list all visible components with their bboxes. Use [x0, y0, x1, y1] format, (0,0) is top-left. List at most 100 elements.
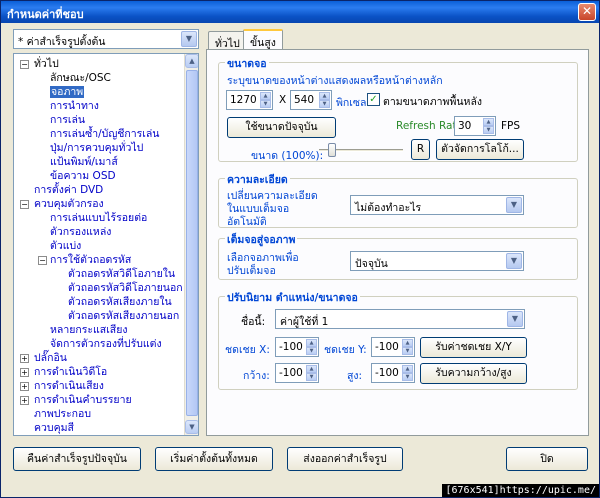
offset-x-spinner[interactable]: -100 ▲ ▼: [275, 337, 319, 357]
tree-item-video-decoder-external[interactable]: ตัวถอดรหัสวิดีโอภายนอก: [68, 281, 183, 295]
tree-item-dvd[interactable]: การตั้งค่า DVD: [34, 183, 103, 197]
window-size-group: ขนาดจอ ระบุขนาดของหน้าต่างแสดงผลหรือหน้า…: [218, 55, 578, 162]
chevron-down-icon[interactable]: ▼: [507, 311, 523, 327]
spin-down-icon[interactable]: ▼: [319, 100, 330, 108]
tree-item-repeat-playlist[interactable]: การเล่นซ้ำ/บัญชีการเล่น: [50, 127, 160, 141]
fullscreen-monitor-group: เต็มจอสู่จอภาพ เลือกจอภาพเพื่อ ปรับเต็มจ…: [218, 231, 578, 280]
tree-item-osd[interactable]: ข้อความ OSD: [50, 169, 116, 183]
preferences-window: กำหนดค่าที่ชอบ ✕ * ค่าสำเร็จรูปตั้งต้น ▼…: [0, 0, 600, 498]
tree-item-splitter[interactable]: ตัวแบ่ง: [50, 239, 81, 253]
scale-slider-thumb[interactable]: [328, 143, 337, 157]
spin-down-icon[interactable]: ▼: [483, 126, 494, 134]
adjust-height-spinner[interactable]: -100 ▲ ▼: [371, 363, 415, 383]
position-size-group: ปรับนิยาม ตำแหน่ง/ขนาดจอ ชื่อนี้: ค่าผู้…: [218, 289, 578, 390]
expand-icon[interactable]: +: [20, 396, 29, 405]
tree-item-decoders[interactable]: การใช้ตัวถอดรหัส: [50, 253, 131, 267]
spin-down-icon[interactable]: ▼: [402, 347, 413, 355]
offset-y-spinner[interactable]: -100 ▲ ▼: [371, 337, 415, 357]
scroll-up-icon[interactable]: ▲: [185, 54, 198, 68]
logo-manager-button[interactable]: ตัวจัดการโลโก้...: [436, 139, 524, 160]
tree-item-video-processing[interactable]: การดำเนินวิดีโอ: [34, 365, 107, 379]
tab-panel-advanced: ขนาดจอ ระบุขนาดของหน้าต่างแสดงผลหรือหน้า…: [206, 49, 589, 436]
export-preset-button[interactable]: ส่งออกค่าสำเร็จรูป: [287, 447, 403, 471]
spin-down-icon[interactable]: ▼: [306, 373, 317, 381]
chevron-down-icon[interactable]: ▼: [506, 253, 522, 269]
tree-item-color-control[interactable]: ควบคุมสี: [34, 421, 74, 435]
tree-item-general[interactable]: ทั่วไป: [34, 57, 59, 71]
tree-item-playback[interactable]: การเล่น: [50, 113, 85, 127]
tree-item-custom-filters[interactable]: จัดการตัวกรองที่ปรับแต่ง: [50, 337, 162, 351]
tree-item-seamless[interactable]: การเล่นแบบไร้รอยต่อ: [50, 211, 147, 225]
window-size-description: ระบุขนาดของหน้าต่างแสดงผลหรือหน้าต่างหลั…: [227, 75, 443, 87]
monitor-select[interactable]: ปัจจุบัน ▼: [350, 251, 524, 271]
resolution-group: ความละเอียด เปลี่ยนความละเอียด ในแบบเต็ม…: [218, 171, 578, 228]
close-window-button[interactable]: ✕: [578, 3, 596, 21]
tree-item-multi-audio[interactable]: หลายกระแสเสียง: [50, 323, 128, 337]
size-x-label: X: [279, 94, 287, 106]
resolution-label-line3: อัตโนมัติ: [227, 216, 267, 228]
spin-up-icon[interactable]: ▲: [483, 118, 494, 126]
expand-icon[interactable]: +: [20, 354, 29, 363]
expand-icon[interactable]: +: [20, 368, 29, 377]
tree-item-navigation[interactable]: การนำทาง: [50, 99, 99, 113]
tree-item-subtitle-processing[interactable]: การดำเนินคำบรรยาย: [34, 393, 132, 407]
fullscreen-monitor-group-title: เต็มจอสู่จอภาพ: [225, 231, 298, 248]
tree-item-buttons[interactable]: ปุ่ม/การควบคุมทั่วไป: [50, 141, 143, 155]
collapse-icon[interactable]: −: [38, 256, 47, 265]
load-current-preset-button[interactable]: คืนค่าสำเร็จรูปปัจจุบัน: [13, 447, 141, 471]
collapse-icon[interactable]: −: [20, 60, 29, 69]
collapse-icon[interactable]: −: [20, 200, 29, 209]
refresh-rate-spinner[interactable]: 30 ▲ ▼: [454, 116, 496, 136]
watermark-text: [676x541]https://upic.me/: [442, 484, 599, 497]
get-offset-button[interactable]: รับค่าชดเชย X/Y: [420, 337, 527, 358]
spin-up-icon[interactable]: ▲: [306, 339, 317, 347]
scroll-thumb[interactable]: [186, 70, 198, 416]
tree-item-filter-control[interactable]: ควบคุมตัวกรอง: [34, 197, 104, 211]
width-spinner[interactable]: 1270 ▲ ▼: [226, 90, 273, 110]
tree-scrollbar[interactable]: ▲ ▼: [184, 54, 198, 435]
monitor-label-line2: ปรับเต็มจอ: [227, 265, 276, 277]
pixel-unit-label: พิกเซล: [336, 97, 367, 109]
adjust-width-spinner[interactable]: -100 ▲ ▼: [275, 363, 319, 383]
spin-up-icon[interactable]: ▲: [402, 365, 413, 373]
position-size-group-title: ปรับนิยาม ตำแหน่ง/ขนาดจอ: [225, 289, 360, 306]
get-size-button[interactable]: รับความกว้าง/สูง: [420, 363, 527, 384]
offset-x-label: ชดเชย X:: [225, 344, 270, 356]
tab-advanced[interactable]: ขั้นสูง: [243, 29, 283, 50]
resolution-select[interactable]: ไม่ต้องทำอะไร ▼: [350, 195, 524, 215]
spin-up-icon[interactable]: ▲: [260, 92, 271, 100]
tree-item-audio-processing[interactable]: การดำเนินเสียง: [34, 379, 104, 393]
height-spinner[interactable]: 540 ▲ ▼: [290, 90, 332, 110]
expand-icon[interactable]: +: [20, 382, 29, 391]
tree-item-appearance[interactable]: ลักษณะ/OSC: [50, 71, 111, 85]
background-size-checkbox[interactable]: ✓: [367, 93, 380, 106]
tree-item-source-filter[interactable]: ตัวกรองแหล่ง: [50, 225, 111, 239]
tree-item-video-decoder-internal[interactable]: ตัวถอดรหัสวิดีโอภายใน: [68, 267, 175, 281]
tree-item-audio-decoder-external[interactable]: ตัวถอดรหัสเสียงภายนอก: [68, 309, 179, 323]
spin-up-icon[interactable]: ▲: [319, 92, 330, 100]
scroll-down-icon[interactable]: ▼: [185, 420, 198, 434]
tree-item-display[interactable]: จอภาพ: [50, 85, 85, 99]
tab-general[interactable]: ทั่วไป: [208, 31, 247, 50]
scale-label: ขนาด (100%):: [251, 150, 324, 162]
spin-up-icon[interactable]: ▲: [306, 365, 317, 373]
tree-item-audio-decoder-internal[interactable]: ตัวถอดรหัสเสียงภายใน: [68, 295, 172, 309]
spin-down-icon[interactable]: ▼: [402, 373, 413, 381]
reset-scale-button[interactable]: R: [411, 139, 430, 160]
spin-up-icon[interactable]: ▲: [402, 339, 413, 347]
settings-tree[interactable]: − ทั่วไป ลักษณะ/OSC จอภาพ การนำทาง การเล…: [13, 53, 199, 436]
use-current-size-button[interactable]: ใช้ขนาดปัจจุบัน: [227, 117, 336, 138]
tree-item-keyboard-mouse[interactable]: แป้นพิมพ์/เมาส์: [50, 155, 118, 169]
spin-down-icon[interactable]: ▼: [260, 100, 271, 108]
spin-down-icon[interactable]: ▼: [306, 347, 317, 355]
tree-item-artwork[interactable]: ภาพประกอบ: [34, 407, 91, 421]
close-button[interactable]: ปิด: [506, 447, 588, 471]
preset-name-select[interactable]: ค่าผู้ใช้ที่ 1 ▼: [275, 309, 525, 329]
chevron-down-icon[interactable]: ▼: [181, 31, 197, 47]
tree-item-plugins[interactable]: ปลั๊กอิน: [34, 351, 67, 365]
width-label: กว้าง:: [243, 370, 270, 382]
chevron-down-icon[interactable]: ▼: [506, 197, 522, 213]
title-bar: กำหนดค่าที่ชอบ ✕: [1, 1, 599, 23]
reset-all-button[interactable]: เริ่มค่าตั้งต้นทั้งหมด: [155, 447, 273, 471]
preset-combo[interactable]: * ค่าสำเร็จรูปตั้งต้น ▼: [13, 29, 199, 49]
